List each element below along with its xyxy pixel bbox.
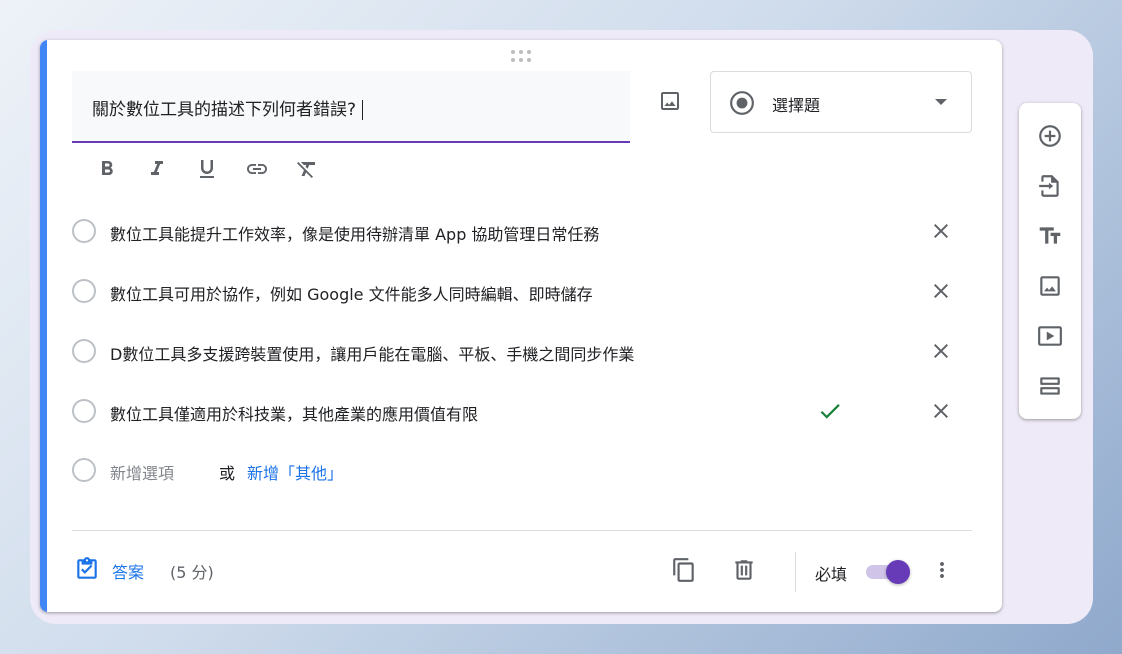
chevron-down-icon [935,99,947,105]
remove-option-button[interactable] [926,216,956,246]
floating-toolbar [1019,103,1081,419]
title-text-icon [1039,227,1061,244]
answer-key-label[interactable]: 答案 [112,559,144,583]
answer-key-button[interactable] [74,556,100,586]
add-title-button[interactable] [1034,220,1066,252]
option-text[interactable]: 數位工具能提升工作效率，像是使用待辦清單 App 協助管理日常任務 [110,221,599,245]
clear-format-button[interactable] [282,154,332,184]
option-row: 數位工具僅適用於科技業，其他產業的應用價值有限 [72,396,972,426]
italic-button[interactable] [132,154,182,184]
add-question-button[interactable] [1034,120,1066,152]
option-radio [72,279,96,303]
question-type-label: 選擇題 [772,96,821,115]
more-options-button[interactable] [927,555,957,585]
underline-icon [200,160,214,178]
link-button[interactable] [232,154,282,184]
points-label: (5 分) [170,563,214,582]
section-icon [1040,377,1060,395]
option-text[interactable]: D數位工具多支援跨裝置使用，讓用戶能在電腦、平板、手機之間同步作業 [110,341,634,365]
format-toolbar [82,154,332,184]
add-video-button[interactable] [1034,320,1066,352]
import-questions-button[interactable] [1034,170,1066,202]
close-icon [934,404,948,418]
add-option-link[interactable]: 新增選項 [110,460,174,484]
bold-button[interactable] [82,154,132,184]
question-title-text: 關於數位工具的描述下列何者錯誤? [92,95,364,120]
footer-separator [795,552,796,592]
duplicate-button[interactable] [669,555,699,585]
option-text[interactable]: 數位工具僅適用於科技業，其他產業的應用價值有限 [110,401,478,425]
or-label: 或 [219,464,236,483]
option-radio [72,399,96,423]
add-circle-icon [1039,125,1061,147]
required-label: 必填 [815,565,848,584]
underline-button[interactable] [182,154,232,184]
option-row: 數位工具可用於協作，例如 Google 文件能多人同時編輯、即時儲存 [72,276,972,306]
delete-button[interactable] [729,555,759,585]
more-vert-icon [940,562,944,578]
radio-button-checked-icon [730,91,754,115]
correct-answer-check-icon [816,397,844,425]
option-radio [72,339,96,363]
option-row: D數位工具多支援跨裝置使用，讓用戶能在電腦、平板、手機之間同步作業 [72,336,972,366]
remove-option-button[interactable] [926,336,956,366]
option-radio [72,458,96,482]
question-card: 關於數位工具的描述下列何者錯誤? 選擇題 數位工具能提升工作效率，像是使用待辦清… [40,40,1002,612]
import-icon [1039,175,1059,197]
close-icon [934,284,948,298]
option-row: 數位工具能提升工作效率，像是使用待辦清單 App 協助管理日常任務 [72,216,972,246]
option-text[interactable]: 數位工具可用於協作，例如 Google 文件能多人同時編輯、即時儲存 [110,281,593,305]
add-image-sidebar-button[interactable] [1034,270,1066,302]
question-footer: 答案 (5 分) 必填 [72,550,972,592]
question-type-dropdown[interactable]: 選擇題 [710,71,972,133]
assignment-check-icon [77,557,97,579]
option-radio [72,219,96,243]
bold-icon [102,161,113,175]
image-icon [1040,276,1060,296]
remove-option-button[interactable] [926,396,956,426]
trash-icon [735,560,753,580]
add-image-button[interactable] [654,85,686,117]
link-icon [247,164,267,174]
add-other-link[interactable]: 新增「其他」 [247,460,343,484]
video-icon [1038,326,1062,346]
close-icon [934,224,948,238]
add-option-row: 新增選項 或 新增「其他」 [72,455,972,485]
required-toggle[interactable] [866,560,912,584]
drag-handle-icon[interactable] [511,50,533,62]
question-title-field[interactable]: 關於數位工具的描述下列何者錯誤? [72,71,630,143]
italic-icon [151,161,163,175]
card-accent-bar [40,40,47,612]
clear-format-icon [297,162,315,178]
remove-option-button[interactable] [926,276,956,306]
close-icon [934,344,948,358]
image-icon [661,92,679,110]
footer-divider [72,530,972,531]
add-section-button[interactable] [1034,370,1066,402]
copy-icon [673,558,694,582]
